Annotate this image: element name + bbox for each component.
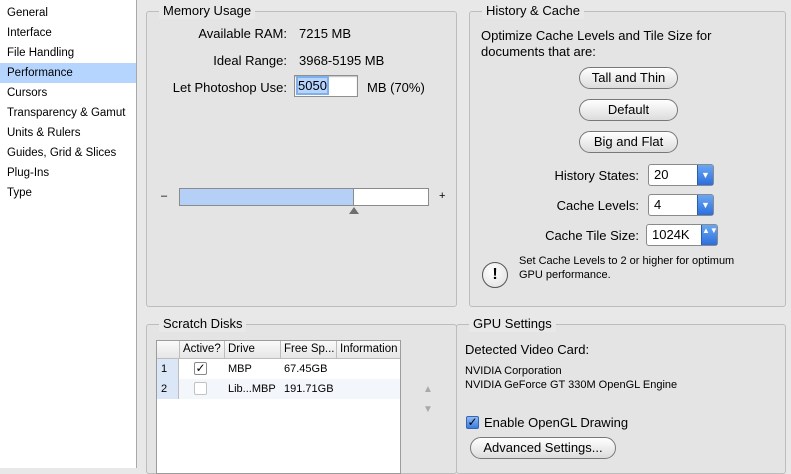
checkmark-icon: ✓ <box>467 415 478 429</box>
sidebar-item-performance[interactable]: Performance <box>0 63 136 83</box>
tall-and-thin-button[interactable]: Tall and Thin <box>579 67 678 89</box>
sidebar-item-file-handling[interactable]: File Handling <box>0 43 136 63</box>
let-photoshop-use-label: Let Photoshop Use: <box>172 80 287 95</box>
move-up-icon[interactable]: ▲ <box>423 384 433 395</box>
optimize-text-line2: documents that are: <box>481 44 596 59</box>
enable-opengl-label[interactable]: Enable OpenGL Drawing <box>484 415 628 430</box>
cache-levels-label: Cache Levels: <box>556 198 639 213</box>
history-states-popup[interactable]: 20 ▼ <box>648 164 714 186</box>
enable-opengl-checkbox[interactable]: ✓ <box>466 416 479 429</box>
drive-cell: MBP <box>228 363 252 375</box>
gpu-vendor: NVIDIA Corporation <box>465 365 562 377</box>
cache-tile-size-label: Cache Tile Size: <box>545 228 639 243</box>
sidebar-item-interface[interactable]: Interface <box>0 23 136 43</box>
up-down-arrows-icon: ▲▼ <box>701 225 718 245</box>
history-states-label: History States: <box>554 168 639 183</box>
advanced-settings-button[interactable]: Advanced Settings... <box>470 437 616 459</box>
gpu-settings-group: GPU Settings Detected Video Card: NVIDIA… <box>456 316 786 474</box>
history-states-value: 20 <box>654 167 669 182</box>
memory-amount-input[interactable]: 5050 <box>294 75 358 97</box>
chevron-down-icon: ▼ <box>697 195 713 215</box>
detected-video-card-label: Detected Video Card: <box>465 342 590 357</box>
free-space-cell: 67.45GB <box>284 363 328 375</box>
scratch-disks-title: Scratch Disks <box>159 316 247 332</box>
memory-slider-fill <box>180 189 354 205</box>
available-ram-value: 7215 MB <box>299 26 352 41</box>
table-row[interactable]: 2 Lib...MBP 191.71GB <box>157 379 400 399</box>
table-row[interactable]: 1 ✓ MBP 67.45GB <box>157 359 400 379</box>
checkmark-icon: ✓ <box>195 361 206 375</box>
scratch-disks-table: Active? Drive Free Sp... Information 1 ✓… <box>156 340 401 474</box>
preferences-sidebar: General Interface File Handling Performa… <box>0 0 137 468</box>
scratch-disks-group: Scratch Disks Active? Drive Free Sp... I… <box>146 316 457 474</box>
move-down-icon[interactable]: ▼ <box>423 404 433 415</box>
big-and-flat-button[interactable]: Big and Flat <box>579 131 678 153</box>
memory-usage-group: Memory Usage Available RAM: 7215 MB Idea… <box>146 3 457 307</box>
cache-tile-size-popup[interactable]: 1024K ▲▼ <box>646 224 718 246</box>
information-cell <box>336 379 340 399</box>
table-header: Active? Drive Free Sp... Information <box>157 341 400 359</box>
free-space-cell: 191.71GB <box>284 383 334 395</box>
column-header-information[interactable]: Information <box>336 341 410 359</box>
row-number: 2 <box>157 379 179 399</box>
slider-minus-label: – <box>161 190 168 202</box>
information-cell <box>336 359 340 379</box>
sidebar-item-units-rulers[interactable]: Units & Rulers <box>0 123 136 143</box>
history-cache-group: History & Cache Optimize Cache Levels an… <box>469 3 786 307</box>
history-cache-title: History & Cache <box>482 3 584 19</box>
gpu-note-line1: Set Cache Levels to 2 or higher for opti… <box>519 255 735 267</box>
column-header-active[interactable]: Active? <box>179 341 224 359</box>
optimize-text-line1: Optimize Cache Levels and Tile Size for <box>481 28 712 43</box>
drive-cell: Lib...MBP <box>228 383 276 395</box>
sidebar-item-general[interactable]: General <box>0 3 136 23</box>
sidebar-item-type[interactable]: Type <box>0 183 136 203</box>
memory-slider-thumb[interactable] <box>349 207 359 214</box>
sidebar-item-cursors[interactable]: Cursors <box>0 83 136 103</box>
memory-amount-value: 5050 <box>296 76 329 95</box>
memory-slider[interactable] <box>179 188 429 206</box>
sidebar-item-plug-ins[interactable]: Plug-Ins <box>0 163 136 183</box>
ideal-range-value: 3968-5195 MB <box>299 53 385 68</box>
memory-usage-title: Memory Usage <box>159 3 256 19</box>
slider-plus-label: + <box>439 190 446 202</box>
active-checkbox[interactable]: ✓ <box>194 362 207 375</box>
gpu-card-name: NVIDIA GeForce GT 330M OpenGL Engine <box>465 379 678 391</box>
active-checkbox[interactable] <box>194 382 207 395</box>
column-header-drive[interactable]: Drive <box>224 341 280 359</box>
ideal-range-label: Ideal Range: <box>213 53 287 68</box>
column-header-free-space[interactable]: Free Sp... <box>280 341 336 359</box>
warning-icon: ! <box>482 262 508 288</box>
chevron-down-icon: ▼ <box>697 165 713 185</box>
available-ram-label: Available RAM: <box>198 26 287 41</box>
row-number: 1 <box>157 359 179 379</box>
gpu-settings-title: GPU Settings <box>469 316 556 332</box>
memory-unit-percent: MB (70%) <box>367 80 425 95</box>
cache-levels-value: 4 <box>654 197 662 212</box>
sidebar-item-transparency-gamut[interactable]: Transparency & Gamut <box>0 103 136 123</box>
column-header-index <box>157 341 179 359</box>
cache-levels-popup[interactable]: 4 ▼ <box>648 194 714 216</box>
default-button[interactable]: Default <box>579 99 678 121</box>
gpu-note-line2: GPU performance. <box>519 269 611 281</box>
cache-tile-size-value: 1024K <box>652 227 690 242</box>
sidebar-item-guides-grid-slices[interactable]: Guides, Grid & Slices <box>0 143 136 163</box>
